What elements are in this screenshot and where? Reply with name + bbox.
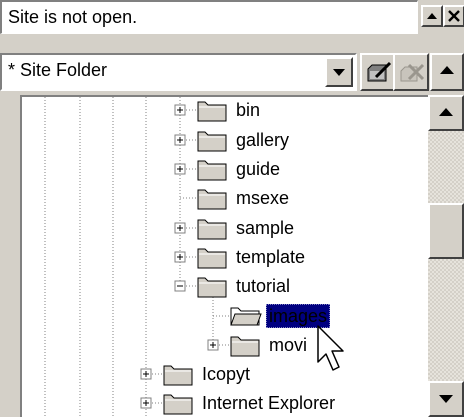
scroll-up-button[interactable] — [428, 95, 464, 131]
tree-node-label: msexe — [236, 188, 289, 208]
tree-node-guide[interactable]: guide — [174, 159, 280, 181]
up-arrow-icon — [427, 13, 437, 19]
dropdown-arrow-icon — [333, 69, 345, 76]
close-icon — [448, 10, 460, 22]
folder-icon — [163, 365, 193, 386]
tree-node-icopyt[interactable]: Icopyt — [140, 364, 250, 386]
folder-icon — [197, 160, 227, 181]
mouse-pointer-icon — [317, 325, 344, 371]
panel-up-button[interactable] — [430, 53, 464, 91]
scroll-down-arrow-icon — [439, 395, 453, 403]
tree-node-label: bin — [236, 100, 260, 120]
folder-icon — [230, 307, 262, 326]
scroll-up-arrow-icon — [439, 108, 453, 116]
expand-icon[interactable] — [140, 397, 152, 409]
edit-sites-button[interactable] — [360, 53, 396, 91]
tree-node-tutorial[interactable]: tutorial — [174, 276, 290, 298]
tree-vertical-scrollbar[interactable] — [428, 95, 464, 417]
tree-node-label: Icopyt — [202, 364, 250, 384]
tree-node-label: movi — [269, 335, 307, 355]
expand-icon[interactable] — [140, 368, 152, 380]
collapse-icon[interactable] — [174, 280, 186, 292]
tree-node-gallery[interactable]: gallery — [174, 130, 289, 152]
expand-icon[interactable] — [174, 222, 186, 234]
folder-icon — [163, 394, 193, 415]
tree-node-label: Internet Explorer — [202, 393, 335, 413]
tree-node-bin[interactable]: bin — [174, 100, 260, 122]
expand-icon[interactable] — [174, 104, 186, 116]
scroll-thumb[interactable] — [428, 203, 464, 259]
folder-icon — [197, 248, 227, 269]
tree-node-internet-explorer[interactable]: Internet Explorer — [140, 393, 335, 415]
expand-icon[interactable] — [207, 339, 219, 351]
folder-icon — [197, 101, 227, 122]
expand-icon[interactable] — [174, 134, 186, 146]
tree-node-sample[interactable]: sample — [174, 218, 294, 240]
tree-node-images[interactable]: images — [213, 303, 331, 329]
folder-icon — [197, 277, 227, 298]
scroll-down-button[interactable] — [428, 381, 464, 417]
tree-node-movi[interactable]: movi — [207, 335, 307, 357]
tree-node-msexe[interactable]: msexe — [180, 188, 289, 210]
close-button[interactable] — [443, 5, 464, 27]
expand-up-button[interactable] — [421, 5, 443, 27]
site-folder-dropdown[interactable]: * Site Folder — [0, 53, 357, 91]
dropdown-arrow-button[interactable] — [325, 57, 353, 87]
tree-node-label: gallery — [236, 130, 289, 150]
tree-node-template[interactable]: template — [174, 247, 305, 269]
site-status-field: Site is not open. — [0, 0, 418, 34]
folder-icon — [197, 219, 227, 240]
edit-folder-icon — [367, 61, 392, 82]
tree-node-label: images — [269, 306, 327, 326]
site-tree-view[interactable]: bin gallery guide msexe sample template tutori… — [20, 95, 464, 417]
expand-icon[interactable] — [174, 251, 186, 263]
folder-icon — [197, 131, 227, 152]
tree-node-label: tutorial — [236, 276, 290, 296]
folder-icon — [197, 189, 227, 210]
delete-icon — [400, 63, 425, 82]
tree-node-label: template — [236, 247, 305, 267]
site-folder-value: * Site Folder — [8, 60, 108, 80]
folder-icon — [230, 336, 260, 357]
up-arrow-icon — [440, 66, 454, 74]
tree-node-label: sample — [236, 218, 294, 238]
delete-site-button[interactable] — [393, 53, 429, 91]
tree-node-label: guide — [236, 159, 280, 179]
site-status-text: Site is not open. — [8, 7, 138, 27]
expand-icon[interactable] — [174, 163, 186, 175]
